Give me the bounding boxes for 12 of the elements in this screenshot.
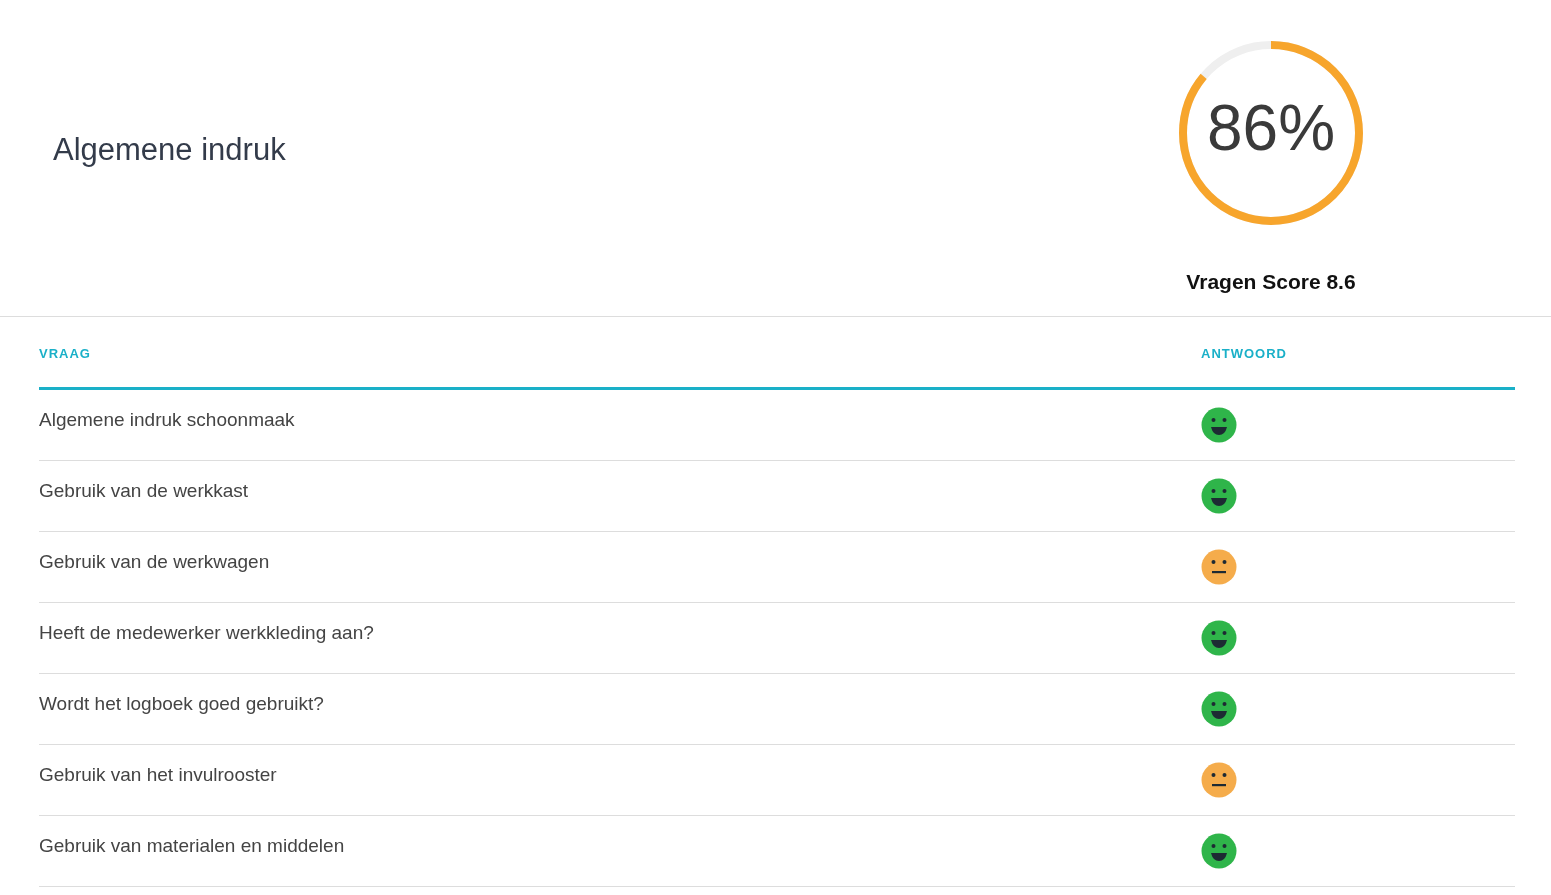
score-caption: Vragen Score 8.6 — [1186, 270, 1356, 294]
question-text: Gebruik van het invulrooster — [39, 764, 277, 785]
section-title: Algemene indruk — [53, 132, 286, 168]
question-text: Algemene indruk schoonmaak — [39, 409, 295, 430]
column-header: ANTWOORD — [1201, 345, 1287, 361]
column-header: VRAAG — [39, 345, 91, 361]
question-text: Gebruik van de werkkast — [39, 480, 249, 501]
question-text: Gebruik van de werkwagen — [39, 551, 270, 572]
score-percent: 86% — [1206, 96, 1336, 160]
question-text: Wordt het logboek goed gebruikt? — [39, 693, 324, 714]
question-text: Heeft de medewerker werkkleding aan? — [39, 622, 374, 643]
question-text: Gebruik van materialen en middelen — [39, 835, 345, 856]
